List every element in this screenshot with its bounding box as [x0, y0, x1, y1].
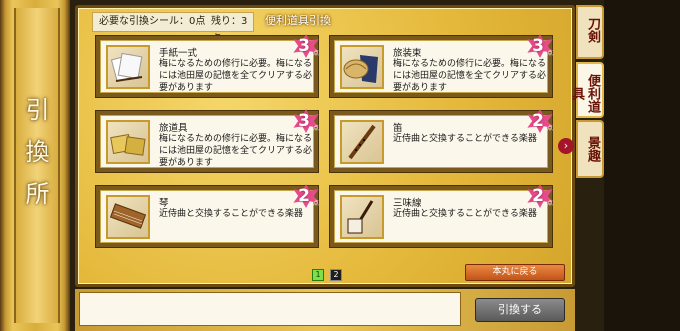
page-2-button[interactable]: 2	[330, 269, 342, 281]
letter-set-icon	[106, 45, 150, 89]
chevron-right-icon[interactable]: ›	[558, 138, 574, 154]
item-name: 手紙一式	[159, 48, 198, 59]
item-card-koto[interactable]: 琴 近侍曲と交換することができる楽器 2点	[95, 184, 320, 248]
cost-badge: 3点	[526, 34, 554, 58]
required-points: 必要な引換シール：0点	[99, 16, 206, 27]
item-card-letter-set[interactable]: 手紙一式 梅になるための修行に必要。梅になるには池田屋の記憶を全てクリアする必要…	[95, 34, 320, 98]
item-card-flute[interactable]: 笛 近侍曲と交換することができる楽器 2点	[329, 109, 554, 173]
item-desc: 近侍曲と交換することができる楽器	[159, 209, 303, 219]
page-1-button[interactable]: 1	[312, 269, 324, 281]
item-desc: 梅になるための修行に必要。梅になるには池田屋の記憶を全てクリアする必要があります	[393, 59, 547, 93]
exchange-button[interactable]: 引換する	[475, 298, 565, 322]
item-card-shamisen[interactable]: 三味線 近侍曲と交換することができる楽器 2点	[329, 184, 554, 248]
item-desc: 近侍曲と交換することができる楽器	[393, 134, 537, 144]
cost-badge: 3点	[292, 109, 320, 133]
cost-badge: 3点	[292, 34, 320, 58]
travel-tools-icon	[106, 120, 150, 164]
message-box	[79, 292, 461, 326]
item-name: 琴	[159, 198, 169, 209]
cost-badge: 2点	[526, 184, 554, 208]
side-banner-title: 引換所	[21, 97, 49, 223]
section-title: 便利道具引換	[265, 14, 331, 27]
back-to-citadel-button[interactable]: 本丸に戻る	[465, 264, 565, 281]
item-desc: 梅になるための修行に必要。梅になるには池田屋の記憶を全てクリアする必要があります	[159, 59, 313, 93]
koto-icon	[106, 195, 150, 239]
info-bar: 必要な引換シール：0点 残り：3点	[92, 12, 254, 45]
travel-attire-icon	[340, 45, 384, 89]
flute-icon	[340, 120, 384, 164]
shamisen-icon	[340, 195, 384, 239]
item-name: 旅道具	[159, 123, 188, 134]
tab-scenery[interactable]: 景趣	[576, 120, 604, 178]
item-name: 三味線	[393, 198, 422, 209]
item-card-travel-tools[interactable]: 旅道具 梅になるための修行に必要。梅になるには池田屋の記憶を全てクリアする必要が…	[95, 109, 320, 173]
item-name: 旅装束	[393, 48, 422, 59]
right-margin	[604, 0, 680, 331]
item-desc: 梅になるための修行に必要。梅になるには池田屋の記憶を全てクリアする必要があります	[159, 134, 313, 168]
item-card-travel-attire[interactable]: 旅装束 梅になるための修行に必要。梅になるには池田屋の記憶を全てクリアする必要が…	[329, 34, 554, 98]
item-desc: 近侍曲と交換することができる楽器	[393, 209, 537, 219]
tab-swords[interactable]: 刀剣	[576, 5, 604, 59]
cost-badge: 2点	[292, 184, 320, 208]
side-banner: 引換所	[0, 0, 70, 331]
item-name: 笛	[393, 123, 403, 134]
tab-useful-tools[interactable]: 便利道具	[569, 62, 604, 118]
cost-badge: 2点	[526, 109, 554, 133]
